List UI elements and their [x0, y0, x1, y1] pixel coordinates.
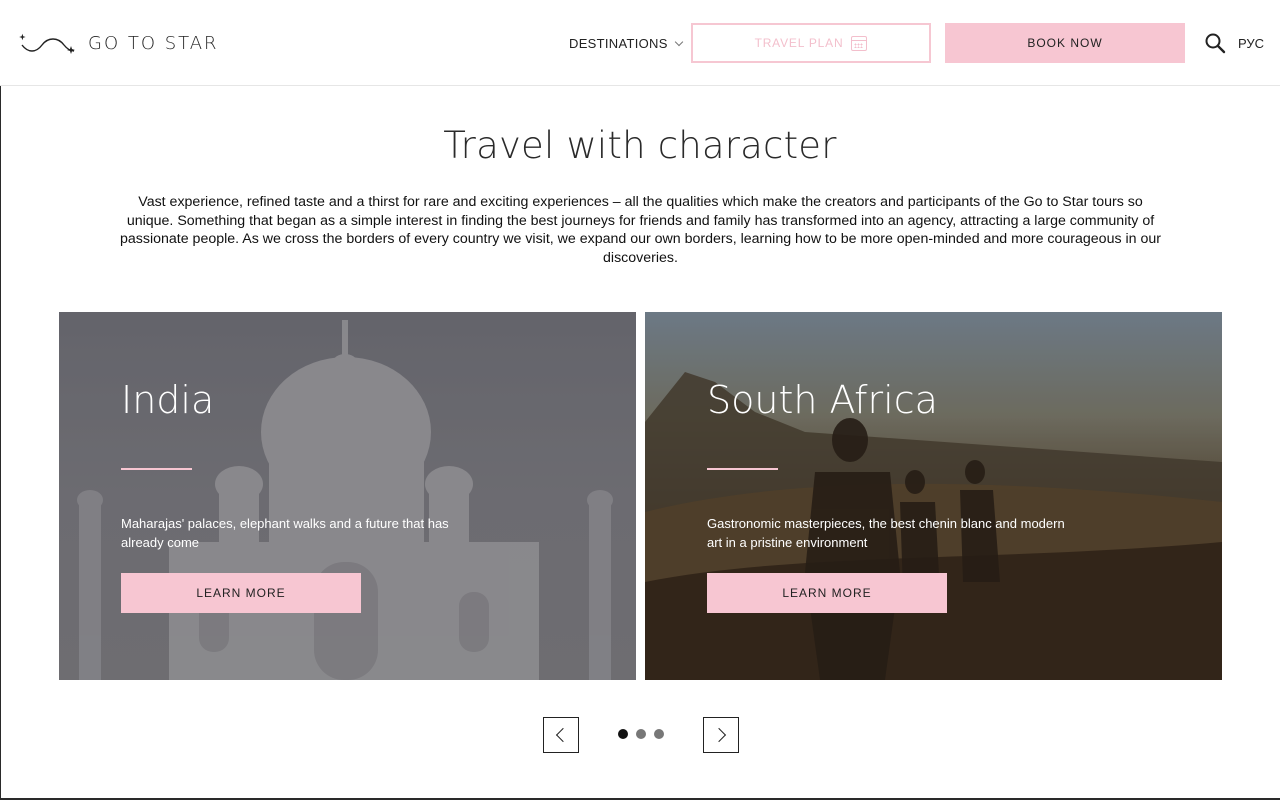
chevron-left-icon — [555, 727, 571, 743]
carousel-dot[interactable] — [618, 729, 628, 739]
title-divider — [707, 468, 778, 470]
destination-card-india[interactable]: India Maharajas' palaces, elephant walks… — [59, 312, 636, 680]
destination-title: South Africa — [707, 378, 938, 422]
learn-more-label: LEARN MORE — [782, 586, 872, 600]
carousel-dot[interactable] — [654, 729, 664, 739]
taj-mahal-image — [59, 312, 636, 680]
carousel-pagination — [618, 729, 664, 739]
destination-card-south-africa[interactable]: South Africa Gastronomic masterpieces, t… — [645, 312, 1222, 680]
destination-title: India — [121, 378, 215, 422]
travel-plan-button[interactable]: TRAVEL PLAN — [691, 23, 931, 63]
language-switcher[interactable]: РУС — [1238, 36, 1264, 51]
learn-more-button-south-africa[interactable]: LEARN MORE — [707, 573, 947, 613]
logo[interactable]: GO TO STAR — [18, 28, 219, 58]
carousel-next-button[interactable] — [703, 717, 739, 753]
destination-description: Gastronomic masterpieces, the best cheni… — [707, 516, 1065, 550]
logo-text: GO TO STAR — [88, 32, 219, 54]
destination-description: Maharajas' palaces, elephant walks and a… — [121, 516, 449, 550]
title-divider — [121, 468, 192, 470]
destinations-menu-label: DESTINATIONS — [569, 36, 668, 51]
logo-mark — [19, 33, 75, 54]
book-now-button[interactable]: BOOK NOW — [945, 23, 1185, 63]
calendar-icon — [851, 35, 868, 51]
page-title: Travel with character — [443, 124, 837, 167]
chevron-right-icon — [711, 727, 727, 743]
learn-more-label: LEARN MORE — [196, 586, 286, 600]
travel-plan-label: TRAVEL PLAN — [754, 36, 844, 50]
destinations-menu[interactable]: DESTINATIONS — [569, 36, 683, 51]
site-header: GO TO STAR DESTINATIONS TRAVEL PLAN BOOK… — [0, 0, 1280, 86]
carousel-prev-button[interactable] — [543, 717, 579, 753]
learn-more-button-india[interactable]: LEARN MORE — [121, 573, 361, 613]
search-icon[interactable] — [1204, 32, 1226, 54]
book-now-label: BOOK NOW — [1027, 36, 1103, 50]
chevron-down-icon — [674, 37, 683, 46]
intro-paragraph: Vast experience, refined taste and a thi… — [119, 194, 1161, 266]
carousel-dot[interactable] — [636, 729, 646, 739]
hikers-landscape-image — [645, 312, 1222, 680]
